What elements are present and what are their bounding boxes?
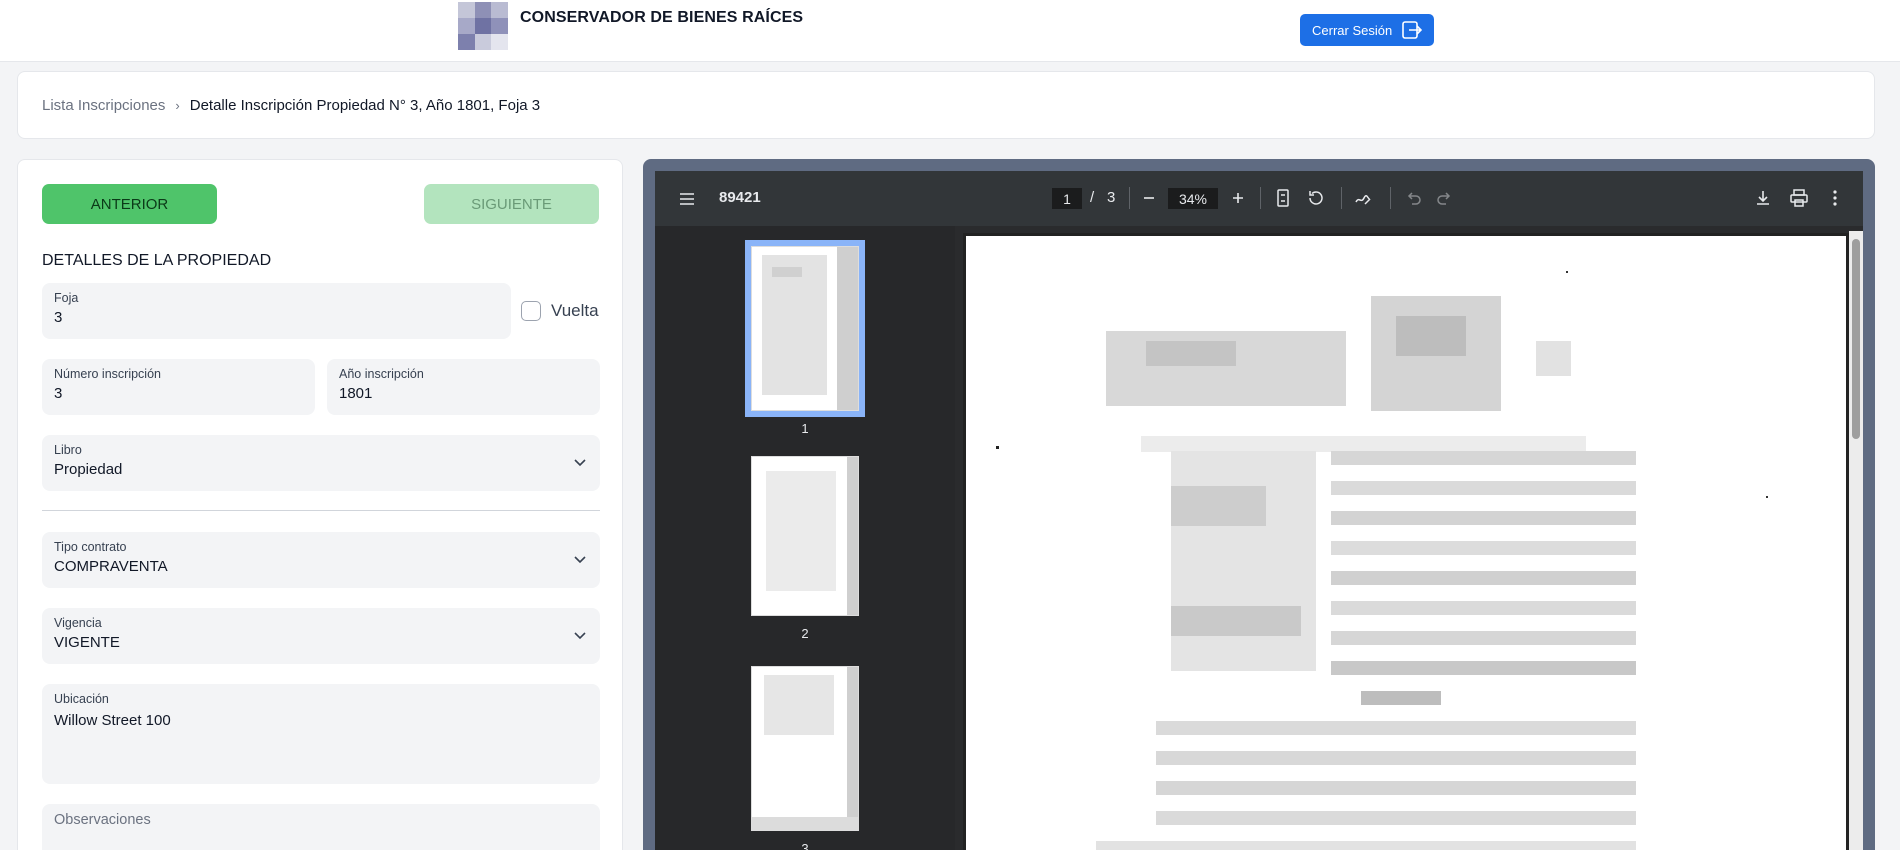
toolbar-divider (1341, 187, 1342, 209)
libro-label: Libro (54, 443, 82, 457)
thumbnail-page-1[interactable]: 1 (745, 240, 865, 436)
thumbnail-page-2[interactable]: 2 (745, 456, 865, 641)
numero-value[interactable]: 3 (54, 385, 303, 402)
foja-field[interactable]: Foja 3 (42, 283, 511, 339)
total-pages: 3 (1107, 189, 1116, 206)
anio-label: Año inscripción (339, 367, 424, 381)
thumbnail-image[interactable] (751, 666, 859, 831)
logo (458, 2, 508, 50)
thumbnail-image[interactable] (751, 456, 859, 616)
more-icon[interactable] (1825, 188, 1845, 208)
document-scrollbar[interactable] (1849, 231, 1863, 850)
tipo-value: COMPRAVENTA (54, 558, 168, 575)
previous-button[interactable]: ANTERIOR (42, 184, 217, 224)
print-icon[interactable] (1789, 188, 1809, 208)
logout-label: Cerrar Sesión (1312, 22, 1393, 38)
checkbox-box[interactable] (521, 301, 541, 321)
foja-value[interactable]: 3 (54, 309, 499, 326)
redo-icon[interactable] (1435, 188, 1455, 208)
vuelta-checkbox[interactable]: Vuelta (521, 301, 599, 321)
logout-button[interactable]: Cerrar Sesión (1300, 14, 1434, 46)
undo-icon[interactable] (1403, 188, 1423, 208)
anio-inscripcion-field[interactable]: Año inscripción 1801 (327, 359, 600, 415)
thumbnail-number: 1 (801, 421, 809, 436)
numero-label: Número inscripción (54, 367, 161, 381)
breadcrumb: Lista Inscripciones › Detalle Inscripció… (17, 71, 1875, 139)
vigencia-label: Vigencia (54, 616, 102, 630)
vigencia-value: VIGENTE (54, 634, 120, 651)
divider (42, 510, 600, 511)
anio-value[interactable]: 1801 (339, 385, 588, 402)
toolbar-divider (1260, 187, 1261, 209)
pdf-viewer-frame: 89421 1 / 3 34% 1 2 3 (643, 159, 1875, 850)
page-number-input[interactable]: 1 (1052, 188, 1082, 209)
libro-select[interactable]: Libro Propiedad (42, 435, 600, 491)
pdf-viewer: 89421 1 / 3 34% 1 2 3 (655, 171, 1863, 850)
observaciones-textarea[interactable]: Observaciones (42, 804, 600, 850)
logout-icon (1402, 21, 1422, 39)
tipo-label: Tipo contrato (54, 540, 127, 554)
foja-label: Foja (54, 291, 79, 305)
rotate-icon[interactable] (1306, 188, 1326, 208)
toolbar-divider (1129, 187, 1130, 209)
document-page[interactable] (963, 233, 1849, 850)
app-title: CONSERVADOR DE BIENES RAÍCES (520, 9, 804, 26)
breadcrumb-current: Detalle Inscripción Propiedad N° 3, Año … (189, 96, 541, 114)
thumbnail-number: 3 (801, 841, 809, 850)
page-separator: / (1090, 189, 1095, 206)
property-details-card: ANTERIOR SIGUIENTE DETALLES DE LA PROPIE… (17, 159, 623, 850)
document-title: 89421 (719, 189, 761, 206)
section-title: DETALLES DE LA PROPIEDAD (42, 252, 272, 269)
thumbnail-page-3[interactable]: 3 (745, 666, 865, 850)
zoom-in-icon[interactable] (1228, 188, 1248, 208)
top-header: CONSERVADOR DE BIENES RAÍCES Cerrar Sesi… (0, 0, 1900, 62)
libro-value: Propiedad (54, 461, 123, 478)
menu-icon[interactable] (677, 189, 697, 209)
pdf-toolbar: 89421 1 / 3 34% (655, 171, 1863, 226)
thumbnail-image[interactable] (745, 240, 865, 417)
scrollbar-thumb[interactable] (1852, 239, 1860, 439)
fit-page-icon[interactable] (1273, 188, 1293, 208)
thumbnail-number: 2 (801, 626, 809, 641)
zoom-out-icon[interactable] (1139, 188, 1159, 208)
chevron-down-icon (574, 459, 586, 467)
vuelta-label: Vuelta (551, 301, 599, 320)
breadcrumb-link-list[interactable]: Lista Inscripciones (42, 97, 165, 114)
numero-inscripcion-field[interactable]: Número inscripción 3 (42, 359, 315, 415)
observaciones-label: Observaciones (54, 812, 151, 828)
tipo-contrato-select[interactable]: Tipo contrato COMPRAVENTA (42, 532, 600, 588)
toolbar-divider (1390, 187, 1391, 209)
ubicacion-textarea[interactable]: Ubicación Willow Street 100 (42, 684, 600, 784)
download-icon[interactable] (1753, 188, 1773, 208)
chevron-down-icon (574, 556, 586, 564)
annotate-icon[interactable] (1353, 188, 1373, 208)
zoom-input[interactable]: 34% (1168, 188, 1218, 209)
ubicacion-label: Ubicación (54, 692, 109, 706)
chevron-down-icon (574, 632, 586, 640)
thumbnail-sidebar: 1 2 3 (655, 226, 955, 850)
next-button[interactable]: SIGUIENTE (424, 184, 599, 224)
chevron-right-icon: › (175, 97, 180, 113)
vigencia-select[interactable]: Vigencia VIGENTE (42, 608, 600, 664)
ubicacion-value[interactable]: Willow Street 100 (54, 712, 588, 729)
